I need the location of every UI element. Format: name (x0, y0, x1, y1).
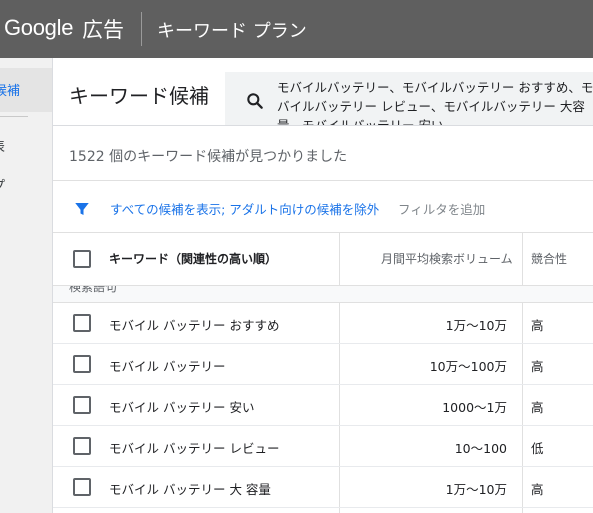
competition-cell: 低 (531, 441, 544, 456)
page-name: キーワード プラン (157, 21, 307, 42)
sidebar-item-label: 候補 (0, 84, 21, 99)
keyword-cell: モバイル バッテリー おすすめ (109, 318, 280, 333)
volume-cell: 1万～10万 (445, 482, 507, 497)
sidebar-item-2[interactable]: プ (0, 175, 5, 194)
sidebar-item-keyword-ideas[interactable]: 候補 (0, 68, 52, 112)
product-name: 広告 (82, 18, 124, 42)
row-checkbox[interactable] (73, 314, 91, 332)
column-header-competition[interactable]: 競合性 (531, 250, 567, 267)
active-filter-link[interactable]: すべての候補を表示; アダルト向けの候補を除外 (110, 199, 379, 218)
volume-cell: 1万～10万 (445, 318, 507, 333)
page-title: キーワード候補 (69, 84, 209, 108)
keyword-cell: モバイル バッテリー (109, 359, 226, 374)
row-checkbox[interactable] (73, 355, 91, 373)
filter-bar: すべての候補を表示; アダルト向けの候補を除外 フィルタを追加 (53, 192, 593, 222)
competition-cell: 高 (531, 318, 544, 333)
competition-cell: 高 (531, 482, 544, 497)
table-row[interactable]: モバイル バッテリー 安い 1000～1万 高 (53, 385, 593, 426)
row-checkbox[interactable] (73, 437, 91, 455)
google-logo[interactable]: Google (4, 15, 73, 41)
keyword-table: キーワード（関連性の高い順） 月間平均検索ボリューム 競合性 検索語句 モバイル… (53, 233, 593, 513)
volume-cell: 10万～100万 (429, 359, 507, 374)
search-box[interactable]: モバイルバッテリー、モバイルバッテリー おすすめ、モバイルバッテリー レビュー、… (225, 72, 593, 126)
sidebar-divider (0, 116, 28, 117)
table-row[interactable]: モバイル バッテリー レビュー 10～100 低 (53, 426, 593, 467)
table-header: キーワード（関連性の高い順） 月間平均検索ボリューム 競合性 (53, 233, 593, 286)
select-all-checkbox[interactable] (73, 250, 91, 268)
header-divider (53, 125, 593, 126)
keyword-cell: モバイル バッテリー レビュー (109, 441, 280, 456)
add-filter-button[interactable]: フィルタを追加 (398, 199, 485, 218)
volume-cell: 1000～1万 (442, 400, 507, 415)
row-checkbox[interactable] (73, 478, 91, 496)
sidebar-item-1[interactable]: 表 (0, 136, 5, 155)
row-checkbox[interactable] (73, 396, 91, 414)
main-panel: キーワード候補 モバイルバッテリー、モバイルバッテリー おすすめ、モバイルバッテ… (53, 58, 593, 513)
column-header-keyword[interactable]: キーワード（関連性の高い順） (109, 250, 277, 267)
filter-icon[interactable] (73, 200, 91, 218)
group-label: 検索語句 (69, 286, 118, 294)
column-header-volume[interactable]: 月間平均検索ボリューム (381, 250, 513, 267)
table-row[interactable]: モバイル バッテリー 10万～100万 高 (53, 344, 593, 385)
top-bar: Google 広告 キーワード プラン (0, 0, 593, 58)
result-count: 1522 個のキーワード候補が見つかりました (69, 149, 348, 165)
table-row[interactable]: モバイル バッテリー おすすめ 1万～10万 高 (53, 303, 593, 344)
count-divider (53, 180, 593, 181)
header-area: キーワード候補 モバイルバッテリー、モバイルバッテリー おすすめ、モバイルバッテ… (53, 58, 593, 126)
competition-cell: 高 (531, 400, 544, 415)
group-header: 検索語句 (53, 286, 593, 303)
table-row[interactable]: モバイル バッテリー 大 容量 1万～10万 高 (53, 467, 593, 508)
search-icon (247, 93, 263, 109)
competition-cell: 高 (531, 359, 544, 374)
search-input[interactable]: モバイルバッテリー、モバイルバッテリー おすすめ、モバイルバッテリー レビュー、… (277, 78, 593, 126)
volume-cell: 10～100 (454, 441, 507, 456)
keyword-cell: モバイル バッテリー 大 容量 (109, 482, 271, 497)
top-divider (141, 12, 142, 46)
sidebar: 候補 表 プ (0, 58, 53, 513)
keyword-cell: モバイル バッテリー 安い (109, 400, 255, 415)
